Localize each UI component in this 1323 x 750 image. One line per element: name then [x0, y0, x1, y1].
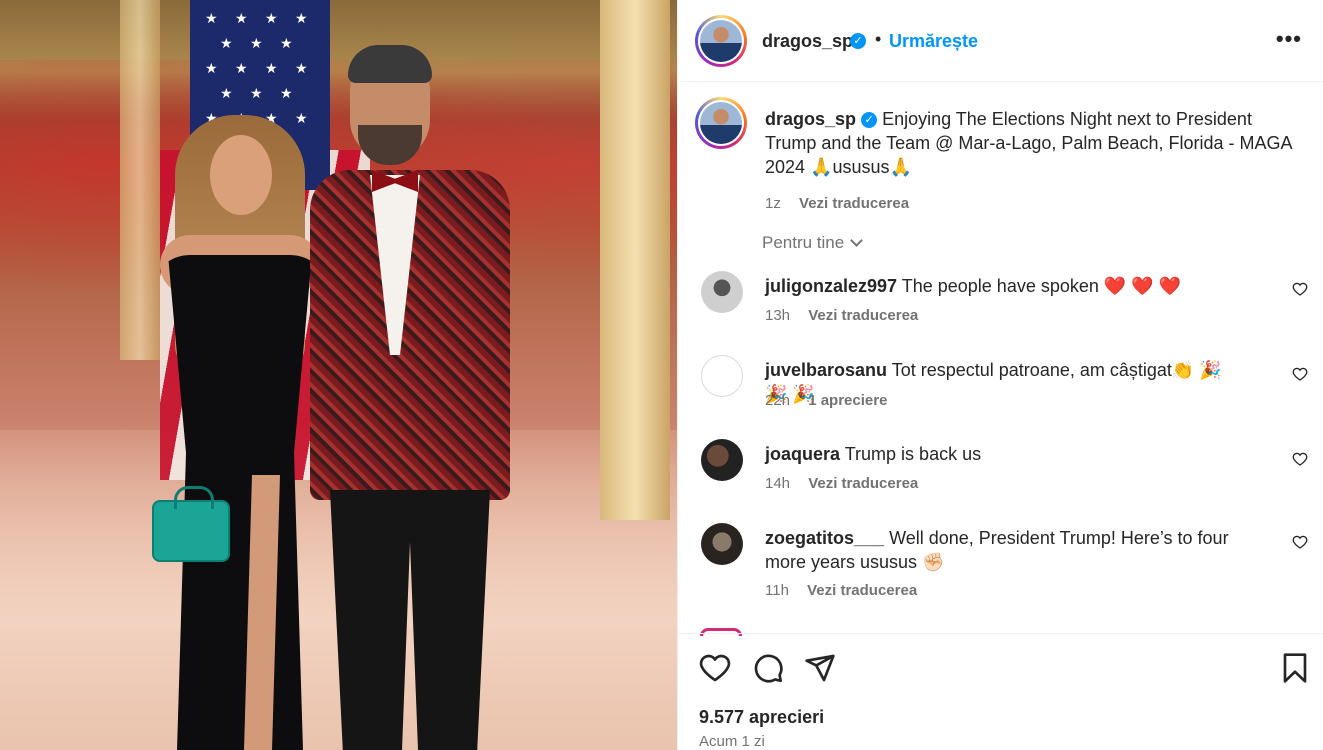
comment-like-heart-icon[interactable]	[1292, 281, 1308, 297]
commenter-username[interactable]: joaquera	[765, 444, 840, 464]
post-timestamp: Acum 1 zi	[699, 733, 765, 750]
comment-sort-dropdown[interactable]: Pentru tine	[762, 233, 864, 253]
comment-text: joaquera Trump is back us	[765, 442, 1245, 466]
comment-text: juligonzalez997 The people have spoken ❤…	[765, 274, 1245, 298]
man-figure	[300, 40, 520, 750]
caption-translate-link[interactable]: Vezi traducerea	[799, 195, 909, 212]
likes-count[interactable]: 9.577 aprecieri	[699, 707, 824, 728]
comment-like-heart-icon[interactable]	[1292, 451, 1308, 467]
author-avatar[interactable]	[695, 15, 747, 67]
heart-icon[interactable]	[699, 652, 731, 684]
author-username[interactable]: dragos_sp	[762, 31, 853, 52]
comment-age: 14h	[765, 475, 791, 492]
commenter-username[interactable]: zoegatitos___	[765, 528, 884, 548]
verified-badge-icon: ✓	[861, 112, 878, 129]
caption-age: 1z	[765, 195, 781, 212]
handbag	[152, 486, 230, 562]
comment-body: Trump is back us	[844, 444, 982, 464]
comment-meta: 14h Vezi traducerea	[765, 475, 918, 492]
commenter-avatar[interactable]	[701, 439, 743, 481]
comment-age: 13h	[765, 307, 791, 324]
comment-sort-label: Pentru tine	[762, 233, 845, 252]
share-icon[interactable]	[804, 652, 836, 684]
separator-dot: •	[875, 29, 882, 49]
more-options-icon[interactable]: •••	[1276, 26, 1302, 52]
post-actions-bar: 9.577 aprecieri Acum 1 zi	[678, 633, 1323, 750]
post-image[interactable]: ★★ ★★ ★★ ★★ ★★ ★★ ★★ ★★ ★★	[0, 0, 677, 750]
comment-like-heart-icon[interactable]	[1292, 366, 1308, 382]
comment-likes-count[interactable]: 1 apreciere	[808, 392, 887, 409]
verified-badge-icon: ✓	[850, 33, 866, 49]
comment-body: The people have spoken ❤️ ❤️ ❤️	[901, 276, 1182, 296]
bookmark-icon[interactable]	[1279, 652, 1311, 684]
comment-meta: 11h Vezi traducerea	[765, 582, 917, 599]
caption-meta: 1z Vezi traducerea	[765, 195, 909, 212]
comment-age: 11h	[765, 582, 789, 599]
comment-meta: 22h 1 apreciere	[765, 392, 887, 409]
comment-icon[interactable]	[752, 652, 784, 684]
comment-age: 22h	[765, 392, 791, 409]
commenter-username[interactable]: juvelbarosanu	[765, 360, 887, 380]
comment-translate-link[interactable]: Vezi traducerea	[807, 582, 917, 599]
caption-avatar[interactable]	[695, 97, 747, 149]
caption-username[interactable]: dragos_sp	[765, 109, 856, 129]
commenter-avatar[interactable]	[701, 523, 743, 565]
comment-translate-link[interactable]: Vezi traducerea	[808, 475, 918, 492]
comment-translate-link[interactable]: Vezi traducerea	[808, 307, 918, 324]
pillar	[600, 0, 670, 520]
chevron-down-icon	[850, 234, 864, 247]
comment-like-heart-icon[interactable]	[1292, 534, 1308, 550]
post-details-panel: dragos_sp ✓ • Urmărește ••• dragos_sp ✓ …	[677, 0, 1323, 750]
follow-button[interactable]: Urmărește	[889, 31, 978, 52]
commenter-avatar[interactable]	[701, 355, 743, 397]
caption-text: dragos_sp ✓ Enjoying The Elections Night…	[765, 107, 1305, 179]
comment-meta: 13h Vezi traducerea	[765, 307, 918, 324]
commenter-username[interactable]: juligonzalez997	[765, 276, 897, 296]
commenter-avatar[interactable]	[701, 271, 743, 313]
post-header: dragos_sp ✓ • Urmărește •••	[678, 0, 1323, 82]
comments-scroll-area[interactable]: dragos_sp ✓ Enjoying The Elections Night…	[678, 83, 1323, 633]
comment-text: zoegatitos___ Well done, President Trump…	[765, 526, 1245, 574]
